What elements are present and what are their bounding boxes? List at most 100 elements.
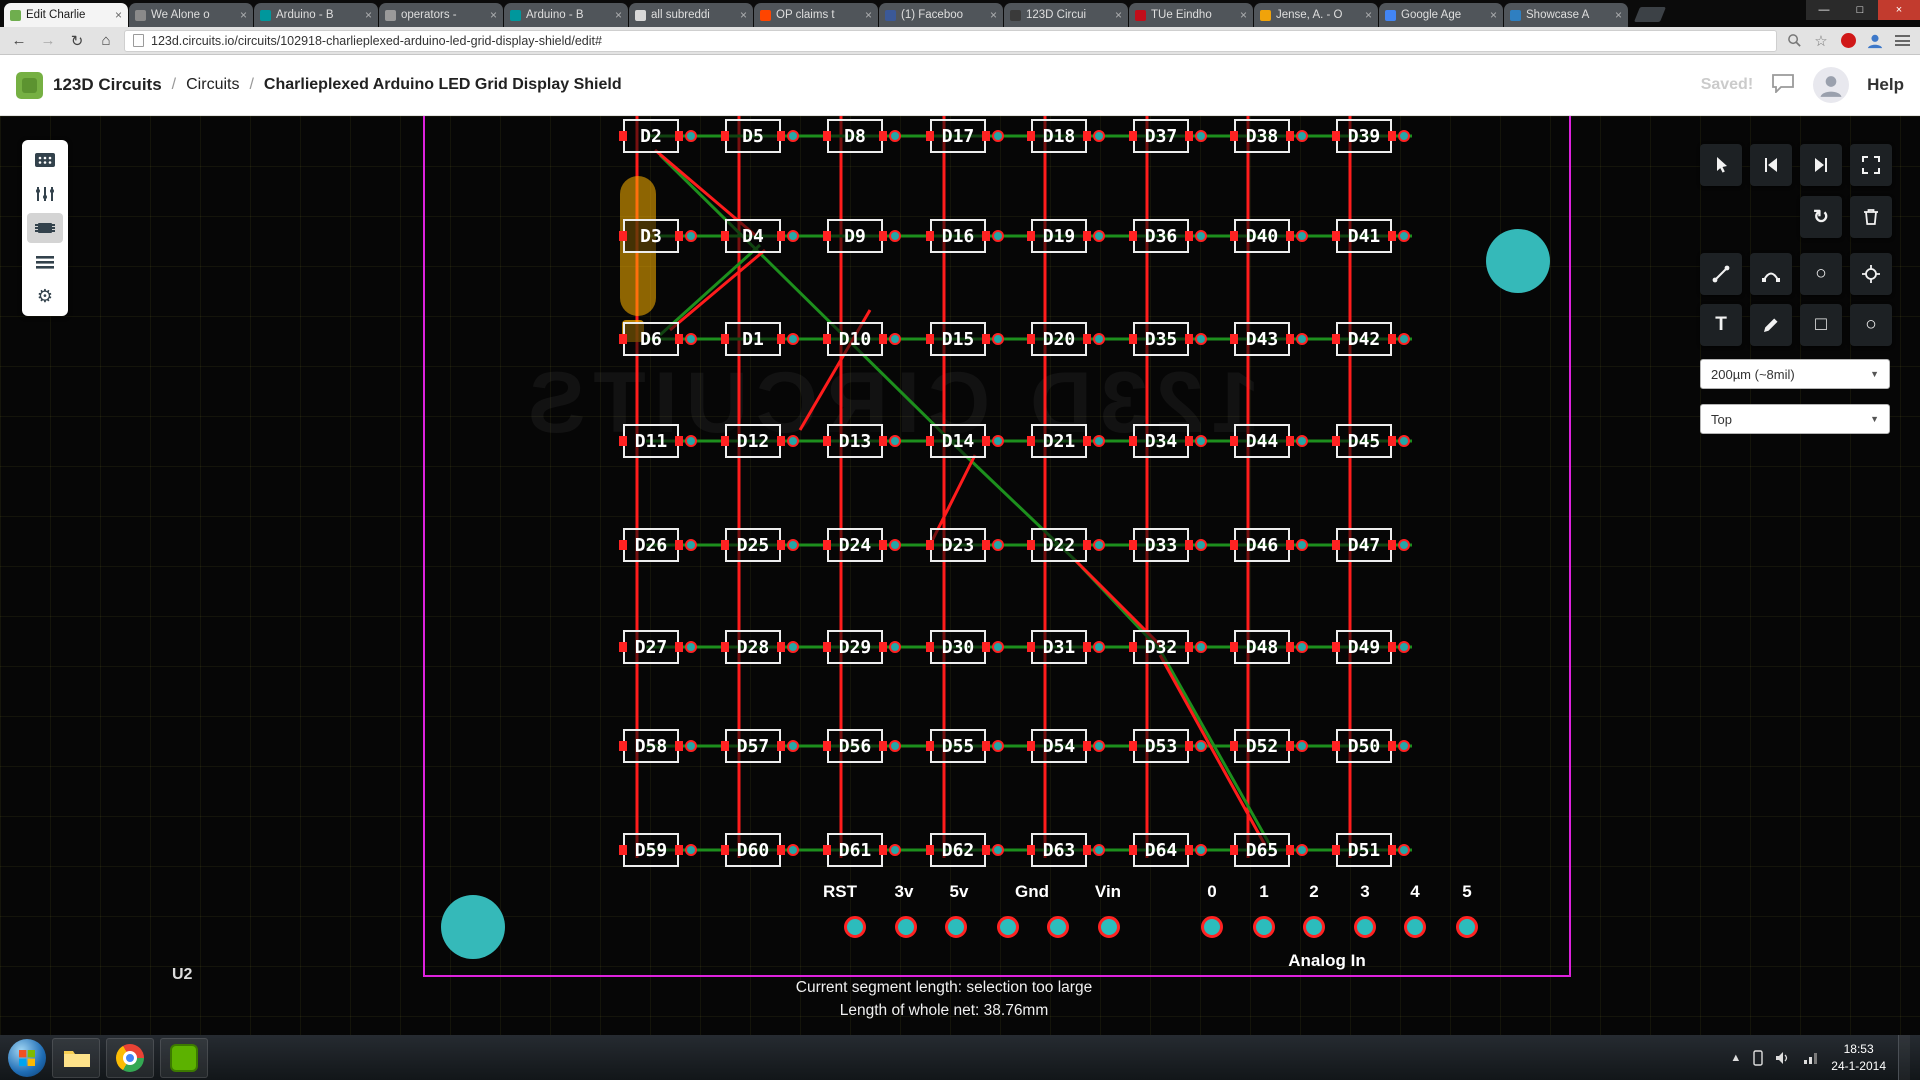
via-pad[interactable]: [685, 435, 697, 447]
pcb-canvas[interactable]: 123D CIRCUITS D2D5D8D17D18D37D38D39D3D4D…: [0, 116, 1920, 1035]
via-pad[interactable]: [1398, 844, 1410, 856]
show-desktop-button[interactable]: [1898, 1035, 1910, 1080]
component-D15[interactable]: D15: [930, 322, 986, 356]
bookmark-star-icon[interactable]: ☆: [1811, 31, 1831, 51]
component-D43[interactable]: D43: [1234, 322, 1290, 356]
via-pad[interactable]: [685, 740, 697, 752]
tab-close-icon[interactable]: ×: [365, 8, 372, 22]
via-pad[interactable]: [1195, 844, 1207, 856]
component-D37[interactable]: D37: [1133, 119, 1189, 153]
component-D44[interactable]: D44: [1234, 424, 1290, 458]
file-explorer-icon[interactable]: [52, 1038, 100, 1078]
tab-0[interactable]: Edit Charlie×: [4, 3, 128, 27]
component-D63[interactable]: D63: [1031, 833, 1087, 867]
component-D62[interactable]: D62: [930, 833, 986, 867]
component-D42[interactable]: D42: [1336, 322, 1392, 356]
via-pad[interactable]: [787, 435, 799, 447]
component-D19[interactable]: D19: [1031, 219, 1087, 253]
arc-trace-button[interactable]: [1750, 253, 1792, 295]
app-logo-icon[interactable]: [16, 72, 43, 99]
via-pad[interactable]: [685, 641, 697, 653]
tab-9[interactable]: TUe Eindho×: [1129, 3, 1253, 27]
route-trace-button[interactable]: [1700, 253, 1742, 295]
url-field[interactable]: 123d.circuits.io/circuits/102918-charlie…: [124, 30, 1777, 52]
via-pad[interactable]: [685, 230, 697, 242]
via-pad[interactable]: [1296, 230, 1308, 242]
tab-1[interactable]: We Alone o×: [129, 3, 253, 27]
component-D26[interactable]: D26: [623, 528, 679, 562]
drill-hole-button[interactable]: [1850, 253, 1892, 295]
component-D51[interactable]: D51: [1336, 833, 1392, 867]
mounting-hole[interactable]: [1486, 229, 1550, 293]
component-D65[interactable]: D65: [1234, 833, 1290, 867]
component-D1[interactable]: D1: [725, 322, 781, 356]
via-pad[interactable]: [1296, 641, 1308, 653]
via-pad[interactable]: [1398, 333, 1410, 345]
tab-close-icon[interactable]: ×: [1240, 8, 1247, 22]
reload-icon[interactable]: ↻: [66, 30, 88, 52]
via-pad[interactable]: [685, 333, 697, 345]
via-pad[interactable]: [1093, 740, 1105, 752]
component-D41[interactable]: D41: [1336, 219, 1392, 253]
header-pin[interactable]: [1201, 916, 1223, 938]
component-D30[interactable]: D30: [930, 630, 986, 664]
component-D50[interactable]: D50: [1336, 729, 1392, 763]
via-pad[interactable]: [992, 333, 1004, 345]
mounting-hole[interactable]: [441, 895, 505, 959]
component-D14[interactable]: D14: [930, 424, 986, 458]
via-pad[interactable]: [992, 230, 1004, 242]
tab-close-icon[interactable]: ×: [740, 8, 747, 22]
via-pad[interactable]: [787, 539, 799, 551]
chat-icon[interactable]: [1771, 73, 1795, 98]
via-pad[interactable]: [1296, 740, 1308, 752]
settings-gear-icon[interactable]: ⚙: [27, 281, 63, 311]
component-D10[interactable]: D10: [827, 322, 883, 356]
tab-6[interactable]: OP claims t×: [754, 3, 878, 27]
via-pad[interactable]: [992, 641, 1004, 653]
component-D18[interactable]: D18: [1031, 119, 1087, 153]
header-pin[interactable]: [997, 916, 1019, 938]
header-pin[interactable]: [1047, 916, 1069, 938]
via-pad[interactable]: [1296, 130, 1308, 142]
component-D9[interactable]: D9: [827, 219, 883, 253]
device-icon[interactable]: [1753, 1050, 1763, 1066]
network-icon[interactable]: [1803, 1051, 1819, 1065]
via-pad[interactable]: [1296, 844, 1308, 856]
minimize-button[interactable]: —: [1806, 0, 1842, 20]
via-pad[interactable]: [787, 740, 799, 752]
component-D31[interactable]: D31: [1031, 630, 1087, 664]
component-D25[interactable]: D25: [725, 528, 781, 562]
component-D47[interactable]: D47: [1336, 528, 1392, 562]
help-link[interactable]: Help: [1867, 75, 1904, 95]
select-tool-button[interactable]: [1700, 144, 1742, 186]
tab-close-icon[interactable]: ×: [490, 8, 497, 22]
tab-close-icon[interactable]: ×: [1365, 8, 1372, 22]
draw-tool-button[interactable]: [1750, 304, 1792, 346]
tray-expand-icon[interactable]: ▲: [1730, 1052, 1741, 1064]
component-D52[interactable]: D52: [1234, 729, 1290, 763]
component-D11[interactable]: D11: [623, 424, 679, 458]
component-D59[interactable]: D59: [623, 833, 679, 867]
breadcrumb-circuits[interactable]: Circuits: [186, 76, 239, 94]
header-pin[interactable]: [1253, 916, 1275, 938]
header-pin[interactable]: [1098, 916, 1120, 938]
component-D49[interactable]: D49: [1336, 630, 1392, 664]
via-pad[interactable]: [889, 435, 901, 447]
tab-4[interactable]: Arduino - B×: [504, 3, 628, 27]
forward-icon[interactable]: →: [37, 30, 59, 52]
component-D27[interactable]: D27: [623, 630, 679, 664]
via-pad[interactable]: [889, 333, 901, 345]
tab-close-icon[interactable]: ×: [1115, 8, 1122, 22]
via-pad[interactable]: [889, 130, 901, 142]
component-D33[interactable]: D33: [1133, 528, 1189, 562]
via-pad[interactable]: [1398, 435, 1410, 447]
via-pad[interactable]: [889, 740, 901, 752]
header-pin[interactable]: [1456, 916, 1478, 938]
via-pad[interactable]: [787, 844, 799, 856]
header-pin[interactable]: [895, 916, 917, 938]
chrome-icon[interactable]: [106, 1038, 154, 1078]
list-view-icon[interactable]: [27, 247, 63, 277]
breadboard-view-icon[interactable]: [27, 145, 63, 175]
component-D5[interactable]: D5: [725, 119, 781, 153]
via-pad[interactable]: [787, 130, 799, 142]
